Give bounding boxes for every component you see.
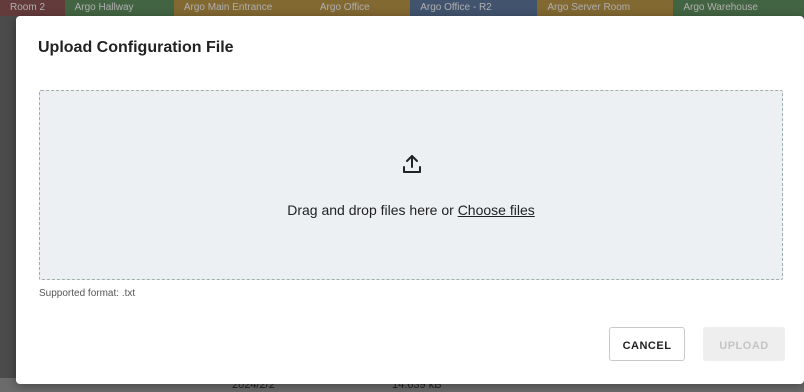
dropzone-instructions: Drag and drop files here or Choose files — [40, 202, 782, 218]
background-tab: Argo Main Entrance — [173, 0, 310, 16]
background-tab: Argo Warehouse — [673, 0, 804, 16]
background-tab: Argo Office - R2 — [410, 0, 538, 16]
background-tab-bar: Room 2 Argo Hallway Argo Main Entrance A… — [0, 0, 804, 16]
background-tab: Argo Office — [309, 0, 411, 16]
file-dropzone[interactable]: Drag and drop files here or Choose files — [39, 90, 783, 280]
dialog-title: Upload Configuration File — [38, 39, 234, 56]
supported-format-hint: Supported format: .txt — [39, 288, 136, 299]
cancel-button[interactable]: CANCEL — [609, 327, 685, 361]
background-tab: Room 2 — [0, 0, 65, 16]
dropzone-text: Drag and drop files here or — [287, 202, 458, 218]
upload-icon — [401, 153, 423, 175]
upload-button[interactable]: UPLOAD — [703, 327, 785, 361]
upload-config-dialog: Upload Configuration File Drag and drop … — [16, 16, 804, 384]
background-tab: Argo Server Room — [537, 0, 674, 16]
choose-files-link[interactable]: Choose files — [458, 202, 535, 218]
background-tab: Argo Hallway — [64, 0, 174, 16]
